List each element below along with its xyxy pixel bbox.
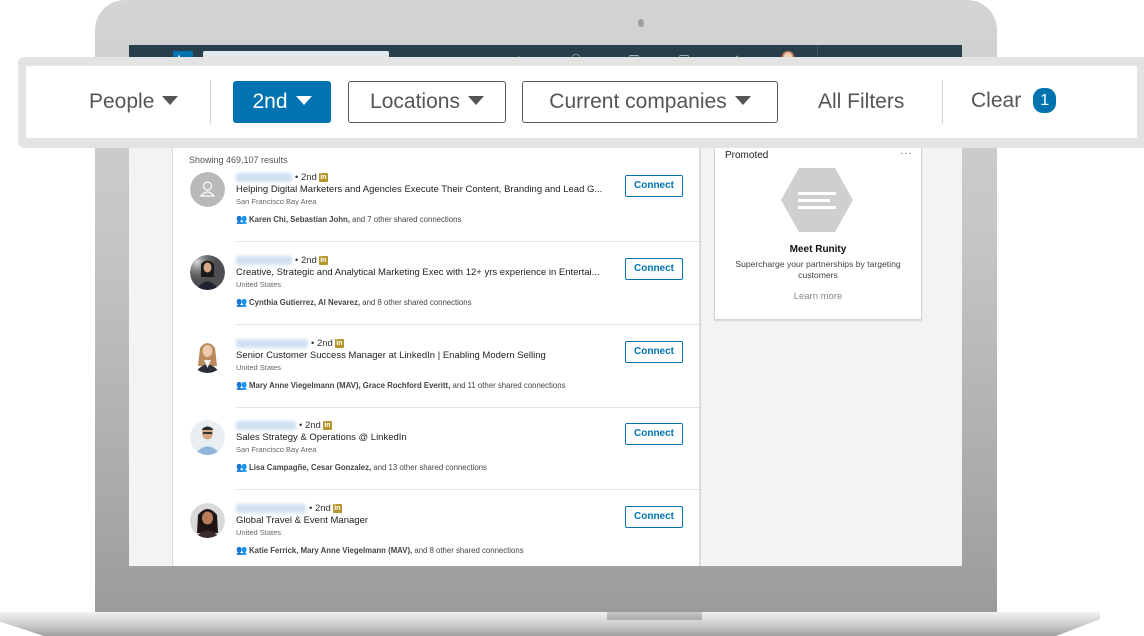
avatar[interactable]	[190, 172, 225, 207]
member-headline: Helping Digital Marketers and Agencies E…	[236, 184, 603, 195]
caret-down-icon	[295, 95, 312, 105]
connection-degree-filter[interactable]: 2nd	[233, 81, 331, 123]
locations-filter[interactable]: Locations	[348, 81, 506, 123]
premium-icon: in	[334, 338, 344, 348]
laptop-notch	[607, 612, 702, 620]
member-location: United States	[236, 363, 282, 372]
shared-connections[interactable]: 👥 Katie Ferrick, Mary Anne Viegelmann (MA…	[236, 545, 524, 556]
avatar[interactable]	[190, 503, 225, 538]
member-location: United States	[236, 280, 282, 289]
member-name-blurred[interactable]	[236, 255, 292, 265]
premium-icon: in	[318, 172, 328, 182]
member-headline: Senior Customer Success Manager at Linke…	[236, 350, 546, 361]
degree-badge: • 2nd	[295, 255, 317, 266]
premium-icon: in	[322, 420, 332, 430]
filter-count-badge: 1	[1033, 88, 1057, 113]
result-row[interactable]: • 2nd in Helping Digital Marketers and Ag…	[173, 172, 700, 255]
caret-down-icon	[734, 95, 751, 105]
row-divider	[236, 324, 700, 325]
degree-badge: • 2nd	[311, 338, 333, 349]
result-row[interactable]: • 2nd in Senior Customer Success Manager …	[173, 338, 700, 421]
more-options-icon[interactable]: ···	[900, 148, 913, 159]
caret-down-icon	[467, 95, 484, 105]
caret-down-icon	[162, 95, 179, 105]
people-icon: 👥	[236, 380, 248, 390]
promoted-company-name[interactable]: Meet Runity	[715, 244, 921, 255]
connect-button[interactable]: Connect	[625, 258, 683, 280]
result-row[interactable]: • 2nd in Sales Strategy & Operations @ Li…	[173, 420, 700, 503]
member-headline: Global Travel & Event Manager	[236, 515, 369, 526]
member-name-line[interactable]: • 2nd in	[236, 420, 332, 431]
member-name-blurred[interactable]	[236, 338, 308, 348]
member-name-blurred[interactable]	[236, 172, 292, 182]
member-name-line[interactable]: • 2nd in	[236, 172, 328, 183]
connect-button[interactable]: Connect	[625, 175, 683, 197]
column-divider	[699, 145, 700, 566]
shared-connections[interactable]: 👥 Karen Chi, Sebastian John, and 7 other …	[236, 214, 461, 225]
premium-icon: in	[318, 255, 328, 265]
result-row[interactable]: • 2nd in Global Travel & Event Manager Un…	[173, 503, 700, 566]
people-icon: 👥	[236, 297, 248, 307]
member-headline: Sales Strategy & Operations @ LinkedIn	[236, 432, 407, 443]
laptop-base	[0, 612, 1100, 636]
people-icon: 👥	[236, 545, 248, 555]
learn-more-link[interactable]: Learn more	[715, 291, 921, 302]
row-divider	[236, 407, 700, 408]
avatar[interactable]	[190, 338, 225, 373]
people-filter-dropdown[interactable]: People	[89, 90, 179, 114]
row-divider	[236, 489, 700, 490]
row-divider	[236, 241, 700, 242]
member-location: San Francisco Bay Area	[236, 445, 317, 454]
member-name-line[interactable]: • 2nd in	[236, 255, 328, 266]
member-name-line[interactable]: • 2nd in	[236, 338, 344, 349]
member-name-blurred[interactable]	[236, 503, 306, 513]
degree-badge: • 2nd	[309, 503, 331, 514]
company-logo-icon[interactable]	[781, 168, 853, 232]
filter-bar: People 2nd Locations Current companies A…	[26, 66, 1137, 138]
shared-connections[interactable]: 👥 Cynthia Gutierrez, Al Nevarez, and 8 ot…	[236, 297, 471, 308]
search-results: Showing 469,107 results • 2nd in Helping …	[172, 145, 701, 566]
connect-button[interactable]: Connect	[625, 341, 683, 363]
all-filters-button[interactable]: All Filters	[818, 90, 904, 114]
people-icon: 👥	[236, 462, 248, 472]
result-row[interactable]: • 2nd in Creative, Strategic and Analytic…	[173, 255, 700, 338]
promoted-description: Supercharge your partnerships by targeti…	[735, 259, 901, 280]
shared-connections[interactable]: 👥 Lisa Campagñe, Cesar Gonzalez, and 13 o…	[236, 462, 487, 473]
current-companies-filter[interactable]: Current companies	[522, 81, 778, 123]
member-name-blurred[interactable]	[236, 420, 296, 430]
filter-divider	[942, 80, 943, 124]
promoted-card: Promoted ··· Meet Runity Supercharge you…	[714, 145, 922, 320]
member-location: San Francisco Bay Area	[236, 197, 317, 206]
member-location: United States	[236, 528, 282, 537]
avatar[interactable]	[190, 255, 225, 290]
connect-button[interactable]: Connect	[625, 423, 683, 445]
member-name-line[interactable]: • 2nd in	[236, 503, 342, 514]
degree-badge: • 2nd	[295, 172, 317, 183]
camera-icon	[638, 19, 644, 27]
degree-badge: • 2nd	[299, 420, 321, 431]
people-icon: 👥	[236, 214, 248, 224]
promoted-label: Promoted	[725, 150, 769, 161]
premium-icon: in	[332, 503, 342, 513]
filter-divider	[210, 80, 211, 124]
shared-connections[interactable]: 👥 Mary Anne Viegelmann (MAV), Grace Rochf…	[236, 380, 566, 391]
avatar[interactable]	[190, 420, 225, 455]
clear-filters-button[interactable]: Clear 1	[971, 88, 1057, 114]
member-headline: Creative, Strategic and Analytical Marke…	[236, 267, 600, 278]
results-count: Showing 469,107 results	[189, 155, 288, 165]
connect-button[interactable]: Connect	[625, 506, 683, 528]
